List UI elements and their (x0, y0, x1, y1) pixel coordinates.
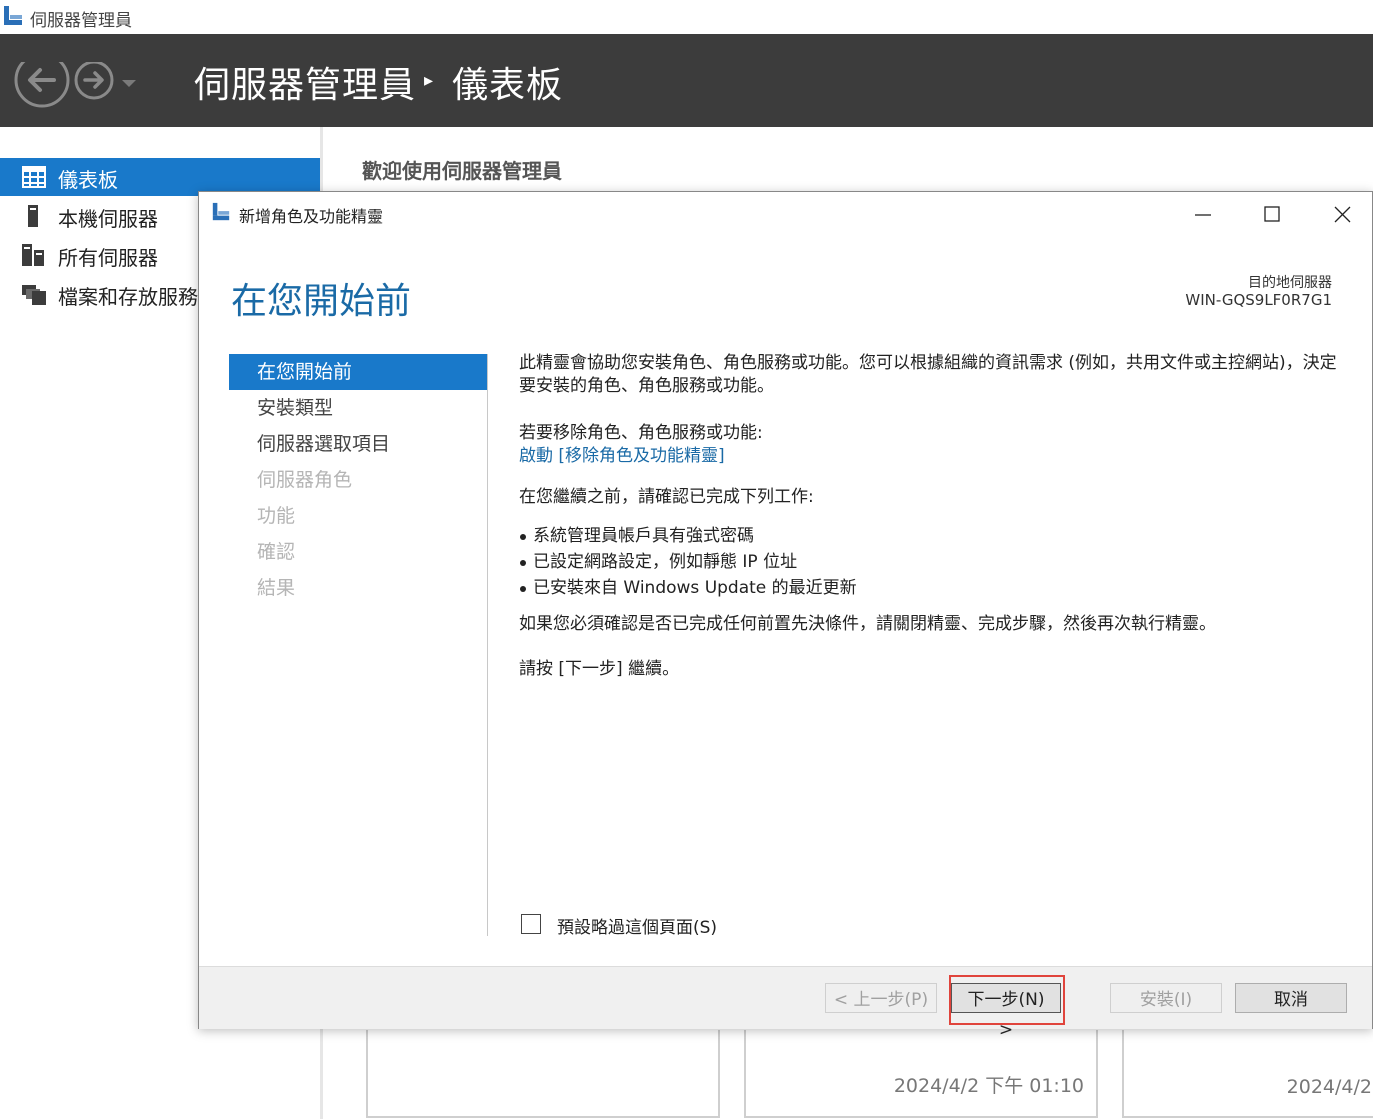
dashboard-icon (22, 166, 46, 188)
step-results: 結果 (257, 577, 296, 599)
close-icon[interactable] (1319, 196, 1365, 232)
skip-page-label[interactable]: 預設略過這個頁面(S) (557, 913, 717, 938)
breadcrumb-separator-icon: ▸ (424, 70, 434, 91)
remove-prompt: 若要移除角色、角色服務或功能: (519, 423, 763, 443)
file-storage-icon (22, 283, 46, 305)
dashboard-tile[interactable]: 2024/4/2 下午 01:10 (744, 1030, 1098, 1118)
destination-server-value: WIN-GQS9LF0R7G1 (1185, 291, 1332, 309)
wizard-heading: 在您開始前 (231, 281, 412, 322)
wizard-content: 此精靈會協助您安裝角色、角色服務或功能。您可以根據組織的資訊需求 (例如，共用文… (519, 352, 1349, 681)
step-before-you-begin[interactable]: 在您開始前 (229, 354, 487, 390)
add-roles-wizard-dialog: 新增角色及功能精靈 在您開始前 目的地伺服器 WIN-GQS9LF0R7G1 在… (198, 191, 1373, 1040)
remove-wizard-link[interactable]: 啟動 [移除角色及功能精靈] (519, 445, 1349, 468)
prereq-note: 如果您必須確認是否已完成任何前置先決條件，請關閉精靈、完成步驟，然後再次執行精靈… (519, 614, 1216, 634)
step-features: 功能 (257, 505, 296, 527)
continue-note: 請按 [下一步] 繼續。 (519, 659, 680, 679)
prereq-list: 系統管理員帳戶具有強式密碼 已設定網路設定，例如靜態 IP 位址 已安裝來自 W… (519, 523, 1349, 601)
history-dropdown-icon[interactable] (120, 75, 138, 87)
minimize-icon[interactable] (1179, 196, 1225, 232)
server-icon (22, 205, 46, 227)
maximize-icon[interactable] (1249, 196, 1295, 232)
list-item: 已設定網路設定，例如靜態 IP 位址 (519, 549, 1349, 575)
tile-timestamp: 2024/4/2 下午 01:10 (893, 1075, 1084, 1097)
wizard-app-icon (211, 202, 231, 222)
header-bar: 伺服器管理員 ▸ 儀表板 (0, 34, 1373, 127)
skip-page-checkbox[interactable] (521, 914, 541, 934)
sidebar-item-label: 檔案和存放服務 (58, 285, 198, 309)
back-arrow-icon[interactable] (14, 52, 70, 118)
forward-arrow-icon[interactable] (74, 60, 114, 102)
window-title: 伺服器管理員 (30, 11, 132, 31)
dashboard-tile[interactable] (366, 1030, 720, 1118)
wizard-steps: 在您開始前 安裝類型 伺服器選取項目 伺服器角色 功能 確認 結果 (229, 354, 487, 606)
header-app-name: 伺服器管理員 (194, 65, 417, 106)
previous-button[interactable]: < 上一步(P) (825, 983, 937, 1013)
wizard-footer: < 上一步(P) 下一步(N) > 安裝(I) 取消 (199, 966, 1372, 1040)
servers-icon (22, 244, 46, 266)
install-button[interactable]: 安裝(I) (1110, 983, 1222, 1013)
next-button-highlight (949, 975, 1065, 1025)
window-titlebar: 伺服器管理員 (0, 0, 1373, 34)
cancel-button[interactable]: 取消 (1235, 983, 1347, 1013)
dashboard-tile[interactable]: 2024/4/2 (1122, 1030, 1373, 1118)
header-current-page: 儀表板 (452, 65, 564, 106)
sidebar-item-label: 所有伺服器 (58, 246, 158, 270)
step-confirmation: 確認 (257, 541, 296, 563)
server-manager-app-icon (2, 5, 24, 27)
wizard-title: 新增角色及功能精靈 (239, 207, 384, 226)
steps-divider (487, 354, 488, 936)
step-server-selection[interactable]: 伺服器選取項目 (229, 426, 487, 462)
sidebar-item-label: 本機伺服器 (58, 207, 158, 231)
sidebar-item-label: 儀表板 (58, 168, 118, 192)
tile-timestamp: 2024/4/2 (1286, 1076, 1372, 1098)
confirm-prompt: 在您繼續之前，請確認已完成下列工作: (519, 487, 814, 507)
list-item: 系統管理員帳戶具有強式密碼 (519, 523, 1349, 549)
step-installation-type[interactable]: 安裝類型 (229, 390, 487, 426)
intro-text: 此精靈會協助您安裝角色、角色服務或功能。您可以根據組織的資訊需求 (例如，共用文… (519, 353, 1337, 396)
step-server-roles: 伺服器角色 (257, 469, 353, 491)
list-item: 已安裝來自 Windows Update 的最近更新 (519, 575, 1349, 601)
destination-server-label: 目的地伺服器 (1248, 275, 1332, 291)
welcome-heading: 歡迎使用伺服器管理員 (362, 159, 562, 183)
